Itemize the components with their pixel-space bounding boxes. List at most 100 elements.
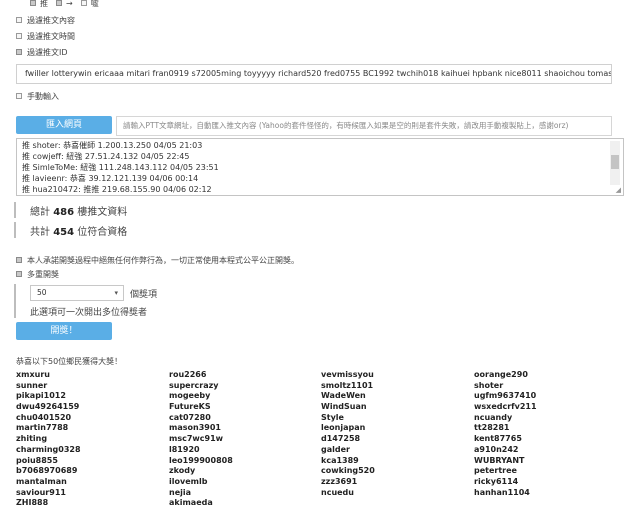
comment-line: 推 lavieenr: 恭喜 39.12.121.139 04/06 00:14 — [22, 174, 199, 183]
total-stat: 總計 486 樓推文資料 — [30, 207, 128, 218]
ptt-url-input[interactable]: 請輸入PTT文章網址，自動匯入推文內容 (Yahoo的套件怪怪的，有時候匯入如果… — [116, 116, 612, 136]
resize-handle-icon[interactable]: ◢ — [616, 186, 621, 194]
winner-name: ricky6114 — [474, 476, 519, 486]
winner-name: hanhan1104 — [474, 487, 530, 497]
promise-row[interactable]: 本人承諾開獎過程中絕無任何作弊行為，一切正常使用本程式公平公正開獎。 — [16, 254, 299, 266]
filter-time-row[interactable]: 過濾推文時間 — [16, 30, 75, 42]
comment-line: 推 shoter: 恭喜催師 1.200.13.250 04/05 21:03 — [22, 141, 203, 150]
id-filter-input[interactable]: fwiller lotterywin ericaaa mitari fran09… — [16, 64, 612, 84]
winner-name: petertree — [474, 466, 517, 476]
push-checkbox[interactable] — [30, 0, 36, 6]
winner-name: pikapi1012 — [16, 391, 66, 401]
push-type-row: 推 → 噓 — [30, 0, 99, 9]
filter-content-row[interactable]: 過濾推文內容 — [16, 14, 75, 26]
total-count: 486 — [53, 207, 75, 218]
boo-label: 噓 — [90, 0, 99, 8]
filter-id-label: 過濾推文ID — [27, 47, 68, 57]
winner-name: WUBRYANT — [474, 455, 525, 465]
winner-name: tt28281 — [474, 423, 510, 433]
winner-name: nejia — [169, 487, 192, 497]
winner-name: d147258 — [321, 434, 361, 444]
winners-column-4: oorange290 shoter ugfm9637410 wsxedcrfv2… — [474, 370, 537, 498]
winner-name: leonjapan — [321, 423, 366, 433]
multi-draw-checkbox[interactable] — [16, 271, 22, 277]
filter-time-label: 過濾推文時間 — [27, 31, 75, 41]
winner-name: rou2266 — [169, 370, 207, 379]
winner-name: ncuandy — [474, 412, 513, 422]
promise-label: 本人承諾開獎過程中絕無任何作弊行為，一切正常使用本程式公平公正開獎。 — [27, 255, 299, 265]
multi-draw-hint: 此選項可一次開出多位得獎者 — [30, 308, 148, 318]
winner-name: Style — [321, 412, 344, 422]
winner-name: chu0401520 — [16, 412, 72, 422]
winner-name: mason3901 — [169, 423, 221, 433]
scrollbar-thumb[interactable] — [611, 155, 619, 169]
winner-name: supercrazy — [169, 380, 219, 390]
winner-name: FutureKS — [169, 402, 211, 412]
promise-checkbox[interactable] — [16, 257, 22, 263]
winners-column-1: xmxuru sunner pikapi1012 dwu49264159 chu… — [16, 370, 81, 509]
winner-name: saviour911 — [16, 487, 66, 497]
winner-name: galder — [321, 444, 350, 454]
match-count: 454 — [53, 227, 75, 238]
winner-name: oorange290 — [474, 370, 528, 379]
winner-name: vevmissyou — [321, 370, 374, 379]
comment-line: 推 cowjeff: 紐強 27.51.24.132 04/05 22:45 — [22, 152, 190, 161]
winner-name: WadeWen — [321, 391, 366, 401]
winner-name: dwu49264159 — [16, 402, 80, 412]
winners-column-2: rou2266 supercrazy mogeeby FutureKS cat0… — [169, 370, 233, 509]
winner-name: akimaeda — [169, 498, 213, 508]
winner-name: mogeeby — [169, 391, 211, 401]
comment-line: 推 hua210472: 推推 219.68.155.90 04/06 02:1… — [22, 185, 212, 194]
winner-name: ZHI888 — [16, 498, 49, 508]
winner-name: WindSuan — [321, 402, 367, 412]
winner-name: cat07280 — [169, 412, 211, 422]
comment-line: 推 SimleToMe: 紐強 111.248.143.112 04/05 23… — [22, 163, 219, 172]
multi-draw-label: 多重開獎 — [27, 269, 59, 279]
winner-name: ugfm9637410 — [474, 391, 537, 401]
stats-bar-1 — [14, 202, 16, 218]
comments-textarea[interactable]: 推 shoter: 恭喜催師 1.200.13.250 04/05 21:03 … — [16, 138, 624, 196]
winner-name: kca1389 — [321, 455, 359, 465]
winner-name: ilovemlb — [169, 476, 208, 486]
winner-name: ncuedu — [321, 487, 354, 497]
comments-scrollbar[interactable] — [610, 141, 620, 185]
match-stat: 共計 454 位符合資格 — [30, 227, 128, 238]
select-bar — [14, 284, 16, 318]
arrow-checkbox[interactable] — [56, 0, 62, 6]
prize-count-suffix: 個獎項 — [130, 290, 158, 300]
push-label: 推 — [40, 0, 48, 8]
manual-label: 手動輸入 — [27, 91, 59, 101]
winner-name: zhiting — [16, 434, 48, 444]
winner-name: poiu8855 — [16, 455, 58, 465]
import-button[interactable]: 匯入網頁 — [16, 116, 112, 134]
winner-name: zzz3691 — [321, 476, 358, 486]
winner-name: l81920 — [169, 444, 200, 454]
manual-row[interactable]: 手動輸入 — [16, 90, 59, 102]
stats-bar-2 — [14, 222, 16, 238]
winner-name: cowking520 — [321, 466, 375, 476]
winner-name: smoltz1101 — [321, 380, 374, 390]
winner-name: kent87765 — [474, 434, 522, 444]
winner-name: zkody — [169, 466, 196, 476]
winner-name: mantalman — [16, 476, 67, 486]
winners-column-3: vevmissyou smoltz1101 WadeWen WindSuan S… — [321, 370, 375, 498]
filter-id-row[interactable]: 過濾推文ID — [16, 46, 68, 58]
filter-id-checkbox[interactable] — [16, 49, 22, 55]
manual-checkbox[interactable] — [16, 93, 22, 99]
winner-name: msc7wc91w — [169, 434, 224, 444]
winner-name: xmxuru — [16, 370, 50, 379]
filter-time-checkbox[interactable] — [16, 33, 22, 39]
draw-button[interactable]: 開獎！ — [16, 322, 112, 340]
chevron-down-icon: ▾ — [114, 289, 118, 297]
result-heading: 恭喜以下50位鄉民獲得大獎！ — [16, 357, 123, 366]
filter-content-checkbox[interactable] — [16, 17, 22, 23]
boo-checkbox[interactable] — [80, 0, 87, 6]
prize-count-value: 50 — [37, 288, 47, 297]
winner-name: a910n242 — [474, 444, 519, 454]
multi-draw-row[interactable]: 多重開獎 — [16, 268, 59, 280]
winner-name: b7068970689 — [16, 466, 78, 476]
winner-name: wsxedcrfv211 — [474, 402, 537, 412]
prize-count-select[interactable]: 50 ▾ — [30, 285, 124, 301]
winner-name: charming0328 — [16, 444, 81, 454]
winner-name: sunner — [16, 380, 48, 390]
